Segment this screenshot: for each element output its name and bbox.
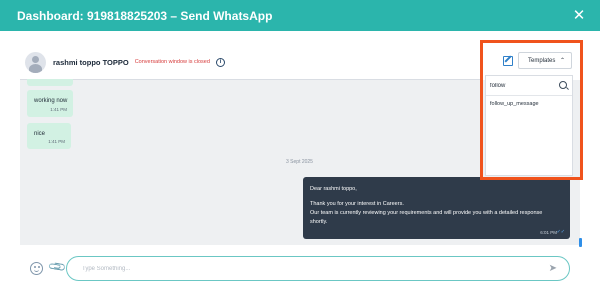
message-input[interactable] (82, 263, 522, 275)
avatar (25, 51, 46, 73)
scroll-to-bottom-marker[interactable] (579, 238, 582, 247)
message-bubble-outgoing: Dear rashmi toppo, Thank you for your in… (303, 177, 570, 239)
templates-dropdown: follow_up_message (485, 75, 573, 176)
message-line: Thank you for your interest in Careers. (310, 201, 404, 207)
attachment-icon[interactable]: 📎 (47, 257, 67, 277)
search-icon[interactable] (559, 81, 567, 89)
message-text: nice (34, 131, 46, 137)
message-time: 6:01 PM (540, 230, 557, 235)
message-input-box[interactable]: ➤ (66, 256, 570, 281)
message-bubble-incoming: nice 1:41 PM (27, 123, 71, 149)
window-status-text: Conversation window is closed (134, 59, 210, 65)
template-option[interactable]: follow_up_message (490, 101, 539, 107)
template-search (486, 76, 572, 96)
send-icon[interactable]: ➤ (549, 263, 557, 274)
message-line: Dear rashmi toppo, (310, 186, 357, 192)
message-bubble-incoming (27, 79, 73, 86)
templates-button[interactable]: Templates ⌃ (518, 52, 572, 69)
emoji-icon[interactable] (30, 262, 43, 275)
date-separator: 3 Sept 2025 (286, 159, 313, 165)
edit-icon[interactable] (503, 56, 513, 66)
message-line: Our team is currently reviewing your req… (310, 210, 543, 216)
window-title: Dashboard: 919818825203 – Send WhatsApp (17, 8, 273, 23)
chevron-up-icon: ⌃ (559, 58, 565, 64)
contact-name: rashmi toppo TOPPO (53, 57, 129, 67)
composer: 📎 ➤ (20, 250, 580, 288)
message-bubble-incoming: working now 1:41 PM (27, 90, 73, 117)
read-receipt-icon: ✓✓ (556, 229, 565, 235)
info-icon[interactable]: i (215, 57, 225, 67)
message-time: 1:41 PM (48, 139, 65, 144)
message-text: working now (34, 98, 68, 104)
title-bar: Dashboard: 919818825203 – Send WhatsApp … (0, 0, 600, 31)
message-time: 1:41 PM (50, 107, 67, 112)
message-line: shortly. (310, 219, 328, 225)
template-search-input[interactable] (490, 80, 556, 92)
templates-button-label: Templates (528, 57, 556, 64)
close-icon[interactable]: ✕ (572, 8, 586, 23)
